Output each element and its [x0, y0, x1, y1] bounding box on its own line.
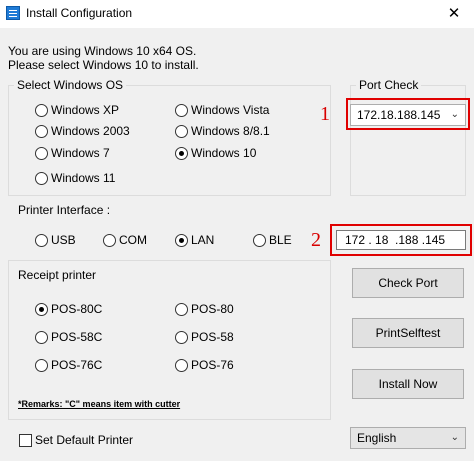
ip-address-field[interactable]: 172 . 18 .188 .145	[336, 230, 466, 250]
radio-icon	[175, 302, 188, 316]
remarks-note: *Remarks: "C" means item with cutter	[18, 399, 181, 409]
interface-option-com[interactable]: COM	[103, 233, 147, 247]
receipt-option-pos-76[interactable]: POS-76	[175, 358, 234, 372]
check-port-button[interactable]: Check Port	[352, 268, 464, 298]
os-option-windows-7[interactable]: Windows 7	[35, 146, 110, 160]
radio-icon	[103, 233, 116, 247]
os-group-label: Select Windows OS	[14, 78, 127, 92]
radio-selected-icon	[175, 233, 188, 247]
radio-selected-icon	[35, 302, 48, 316]
radio-icon	[35, 124, 48, 138]
os-option-windows-2003[interactable]: Windows 2003	[35, 124, 130, 138]
print-selftest-button[interactable]: PrintSelftest	[352, 318, 464, 348]
window-title: Install Configuration	[26, 6, 133, 20]
app-icon	[6, 6, 20, 20]
os-option-windows-xp[interactable]: Windows XP	[35, 103, 119, 117]
receipt-option-pos-80[interactable]: POS-80	[175, 302, 234, 316]
checkbox-icon	[19, 433, 32, 447]
radio-icon	[175, 124, 188, 138]
radio-icon	[175, 103, 188, 117]
radio-icon	[175, 358, 188, 372]
radio-icon	[35, 146, 48, 160]
radio-selected-icon	[175, 146, 188, 160]
intro-line-2: Please select Windows 10 to install.	[8, 58, 199, 72]
radio-icon	[35, 171, 48, 185]
receipt-option-pos-58[interactable]: POS-58	[175, 330, 234, 344]
language-dropdown[interactable]: English ⌄	[350, 427, 466, 449]
port-check-label: Port Check	[356, 78, 422, 92]
close-icon[interactable]: ✕	[440, 4, 468, 24]
port-check-dropdown[interactable]: 172.18.188.145 ⌄	[350, 104, 466, 126]
os-option-windows-11[interactable]: Windows 11	[35, 171, 115, 185]
os-option-windows-vista[interactable]: Windows Vista	[175, 103, 269, 117]
printer-interface-label: Printer Interface :	[18, 203, 111, 217]
receipt-option-pos-58c[interactable]: POS-58C	[35, 330, 102, 344]
interface-option-lan[interactable]: LAN	[175, 233, 214, 247]
radio-icon	[35, 103, 48, 117]
receipt-option-pos-80c[interactable]: POS-80C	[35, 302, 102, 316]
interface-option-usb[interactable]: USB	[35, 233, 76, 247]
chevron-down-icon: ⌄	[450, 432, 459, 443]
os-option-windows-8[interactable]: Windows 8/8.1	[175, 124, 270, 138]
marker-1: 1	[320, 103, 330, 125]
radio-icon	[35, 330, 48, 344]
set-default-printer-checkbox[interactable]: Set Default Printer	[19, 433, 133, 447]
chevron-down-icon: ⌄	[450, 109, 459, 120]
os-option-windows-10[interactable]: Windows 10	[175, 146, 256, 160]
install-now-button[interactable]: Install Now	[352, 369, 464, 399]
intro-line-1: You are using Windows 10 x64 OS.	[8, 44, 197, 58]
marker-2: 2	[311, 229, 321, 251]
radio-icon	[175, 330, 188, 344]
receipt-option-pos-76c[interactable]: POS-76C	[35, 358, 102, 372]
interface-option-ble[interactable]: BLE	[253, 233, 292, 247]
receipt-printer-label: Receipt printer	[18, 268, 97, 282]
radio-icon	[253, 233, 266, 247]
radio-icon	[35, 233, 48, 247]
title-bar: Install Configuration ✕	[0, 0, 474, 28]
radio-icon	[35, 358, 48, 372]
